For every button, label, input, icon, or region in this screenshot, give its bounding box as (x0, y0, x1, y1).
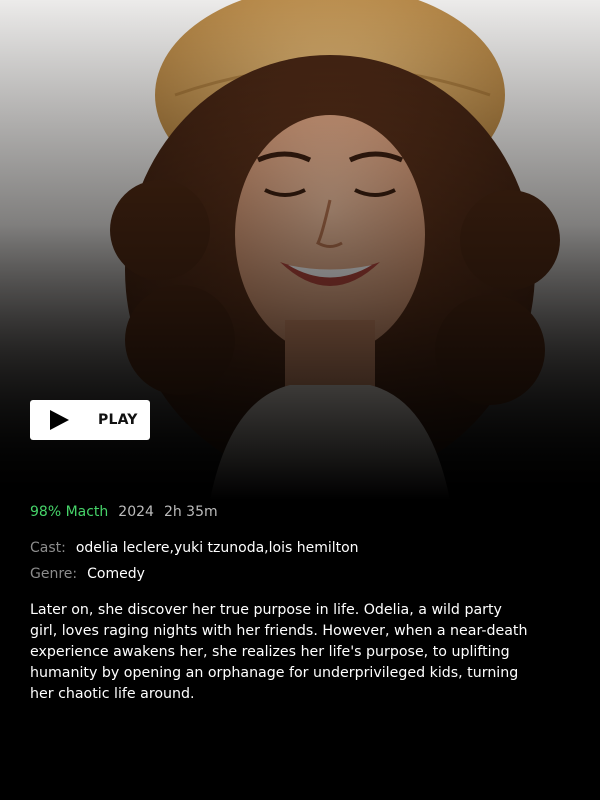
cast-row: Cast: odelia leclere,yuki tzunoda,lois h… (30, 540, 359, 556)
play-icon (50, 410, 69, 430)
cast-label: Cast: (30, 540, 66, 556)
genre-value: Comedy (87, 566, 145, 582)
duration: 2h 35m (163, 504, 218, 520)
play-button-label: PLAY (98, 412, 138, 428)
genre-label: Genre: (30, 566, 78, 582)
match-percentage: 98% Macth (30, 504, 109, 520)
meta-row: 98% Macth 2024 2h 35m (30, 504, 218, 520)
synopsis: Later on, she discover her true purpose … (30, 602, 528, 702)
release-year: 2024 (118, 504, 154, 520)
play-button[interactable]: PLAY (30, 400, 150, 440)
genre-row: Genre: Comedy (30, 566, 145, 582)
cast-value: odelia leclere,yuki tzunoda,lois hemilto… (75, 540, 359, 556)
